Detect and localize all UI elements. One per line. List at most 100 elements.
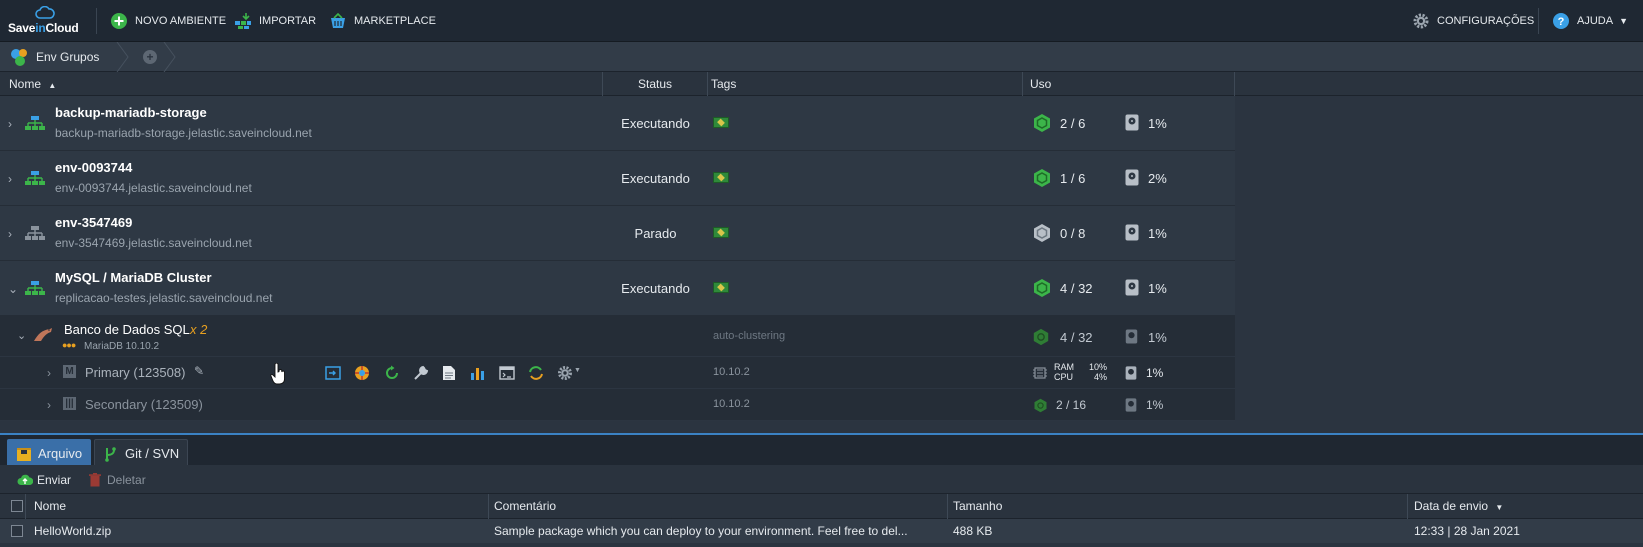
environment-domain[interactable]: env-3547469.jelastic.saveincloud.net <box>55 236 252 250</box>
column-upload-date[interactable]: Data de envio ▼ <box>1408 494 1643 519</box>
environment-name[interactable]: MySQL / MariaDB Cluster <box>55 270 212 285</box>
column-usage[interactable]: Uso <box>1023 72 1235 96</box>
status-badge: Executando <box>621 281 690 296</box>
file-name: HelloWorld.zip <box>34 524 112 538</box>
cpu-value: 4% <box>1093 372 1107 382</box>
new-environment-button[interactable]: NOVO AMBIENTE <box>110 0 226 42</box>
environment-name[interactable]: env-0093744 <box>55 160 132 175</box>
trash-icon <box>89 472 101 486</box>
chevron-right-icon[interactable]: › <box>8 117 12 131</box>
column-comment-label: Comentário <box>494 499 557 513</box>
tab-archive[interactable]: Arquivo <box>7 439 92 467</box>
cloudlets-usage: 2 / 6 <box>1060 116 1086 131</box>
help-button[interactable]: ? AJUDA ▼ <box>1552 0 1628 42</box>
environment-row[interactable]: › env-0093744 env-0093744.jelastic.saveinc… <box>0 151 1235 206</box>
file-upload-date: 12:33 | 28 Jan 2021 <box>1414 524 1520 538</box>
web-ssh-terminal-icon[interactable] <box>499 365 515 381</box>
gear-icon <box>1413 13 1429 29</box>
cloudlets-hexagon-icon <box>1034 114 1050 132</box>
marketplace-label: MARKETPLACE <box>354 15 436 27</box>
caret-down-icon[interactable]: ▼ <box>574 367 581 374</box>
help-label: AJUDA <box>1577 15 1614 27</box>
status-badge: Executando <box>621 116 690 131</box>
file-size: 488 KB <box>953 524 993 538</box>
column-name[interactable]: Nome ▲ <box>0 72 603 96</box>
chevron-right-icon[interactable]: › <box>47 398 51 412</box>
upload-button[interactable]: Enviar <box>17 465 71 494</box>
add-group-button[interactable]: + <box>143 50 157 64</box>
node-row-primary[interactable]: › M Primary (123508) ✎ ▼ 10.10.2 RAM 10% … <box>0 357 1235 389</box>
column-comment[interactable]: Comentário <box>489 494 948 519</box>
import-button[interactable]: IMPORTAR <box>234 0 316 42</box>
environment-row[interactable]: › backup-mariadb-storage backup-mariadb-st… <box>0 96 1235 151</box>
chevron-right-icon[interactable]: › <box>8 172 12 186</box>
table-row[interactable]: HelloWorld.zip Sample package which you … <box>0 519 1643 543</box>
layer-dots-icon: ●●● <box>62 340 76 350</box>
cloudlets-hexagon-icon <box>1033 328 1049 346</box>
restart-icon[interactable] <box>384 365 400 381</box>
column-usage-label: Uso <box>1030 77 1052 91</box>
layer-name: Banco de Dados SQL <box>64 322 190 337</box>
node-settings-gear-icon[interactable] <box>557 365 573 381</box>
environment-domain[interactable]: env-0093744.jelastic.saveincloud.net <box>55 181 252 195</box>
chevron-right-icon[interactable]: › <box>47 366 51 380</box>
node-disk: 1% <box>1146 366 1164 380</box>
cloudlets-usage: 0 / 8 <box>1060 226 1086 241</box>
row-checkbox[interactable] <box>11 525 23 537</box>
column-size[interactable]: Tamanho <box>948 494 1408 519</box>
node-tag: 10.10.2 <box>713 398 750 410</box>
cloudlets-hexagon-icon <box>1034 169 1050 187</box>
file-comment: Sample package which you can deploy to y… <box>494 524 908 538</box>
admin-panel-icon[interactable] <box>354 365 370 381</box>
open-in-browser-icon[interactable] <box>325 365 341 381</box>
layer-row[interactable]: ⌄ Banco de Dados SQL x 2 ●●● MariaDB 10.… <box>0 316 1235 357</box>
node-row-secondary[interactable]: › ||| Secondary (123509) 10.10.2 2 / 16 … <box>0 389 1235 421</box>
environment-name[interactable]: env-3547469 <box>55 215 132 230</box>
column-upload-date-label: Data de envio <box>1414 499 1489 513</box>
environment-domain[interactable]: replicacao-testes.jelastic.saveincloud.n… <box>55 291 272 305</box>
environment-name[interactable]: backup-mariadb-storage <box>55 105 207 120</box>
statistics-chart-icon[interactable] <box>470 365 486 381</box>
tab-git-svn[interactable]: Git / SVN <box>94 439 189 467</box>
delete-button[interactable]: Deletar <box>87 465 146 494</box>
chevron-right-icon[interactable]: › <box>8 227 12 241</box>
node-name: Primary (123508) <box>85 365 186 380</box>
log-file-icon[interactable] <box>442 365 456 381</box>
config-wrench-icon[interactable] <box>413 365 429 381</box>
redeploy-icon[interactable] <box>528 365 544 381</box>
layer-node-count: x 2 <box>190 322 208 337</box>
cloudlets-hexagon-icon <box>1034 398 1047 413</box>
ram-label: RAM <box>1054 362 1074 372</box>
column-file-name[interactable]: Nome <box>26 494 489 519</box>
chevron-down-icon[interactable]: ⌄ <box>17 329 26 342</box>
cloudlets-usage: 1 / 6 <box>1060 171 1086 186</box>
node-tag: 10.10.2 <box>713 366 750 378</box>
new-environment-label: NOVO AMBIENTE <box>135 15 227 27</box>
marketplace-button[interactable]: MARKETPLACE <box>329 0 436 42</box>
settings-button[interactable]: CONFIGURAÇÕES <box>1412 0 1534 42</box>
env-groups-crumb[interactable]: Env Grupos <box>0 42 99 72</box>
column-size-label: Tamanho <box>953 499 1003 513</box>
environment-row[interactable]: ⌄ MySQL / MariaDB Cluster replicacao-teste… <box>0 261 1235 316</box>
toolbar-divider <box>96 8 97 34</box>
edit-pencil-icon[interactable]: ✎ <box>194 364 204 378</box>
chevron-down-icon[interactable]: ⌄ <box>8 282 18 296</box>
environment-topology-icon <box>25 171 45 185</box>
cloudlets-usage: 4 / 32 <box>1060 281 1093 296</box>
column-name-label: Nome <box>9 77 42 91</box>
environment-row[interactable]: › env-3547469 env-3547469.jelastic.saveinc… <box>0 206 1235 261</box>
select-all-checkbox[interactable] <box>11 500 23 512</box>
cloud-logo-icon <box>35 6 55 19</box>
master-node-icon: M <box>63 365 76 378</box>
saveincloud-logo[interactable]: SaveinCloud <box>8 6 82 36</box>
column-tags[interactable]: Tags <box>708 72 1023 96</box>
env-groups-label: Env Grupos <box>36 50 100 64</box>
environment-topology-icon <box>25 226 45 240</box>
column-status[interactable]: Status <box>603 72 708 96</box>
node-name: Secondary (123509) <box>85 397 203 412</box>
select-all-column <box>0 494 26 519</box>
disk-icon <box>1125 329 1138 344</box>
files-grid-header: Nome Comentário Tamanho Data de envio ▼ <box>0 494 1643 519</box>
svg-text:?: ? <box>1558 16 1565 28</box>
environment-domain[interactable]: backup-mariadb-storage.jelastic.saveincl… <box>55 126 312 140</box>
